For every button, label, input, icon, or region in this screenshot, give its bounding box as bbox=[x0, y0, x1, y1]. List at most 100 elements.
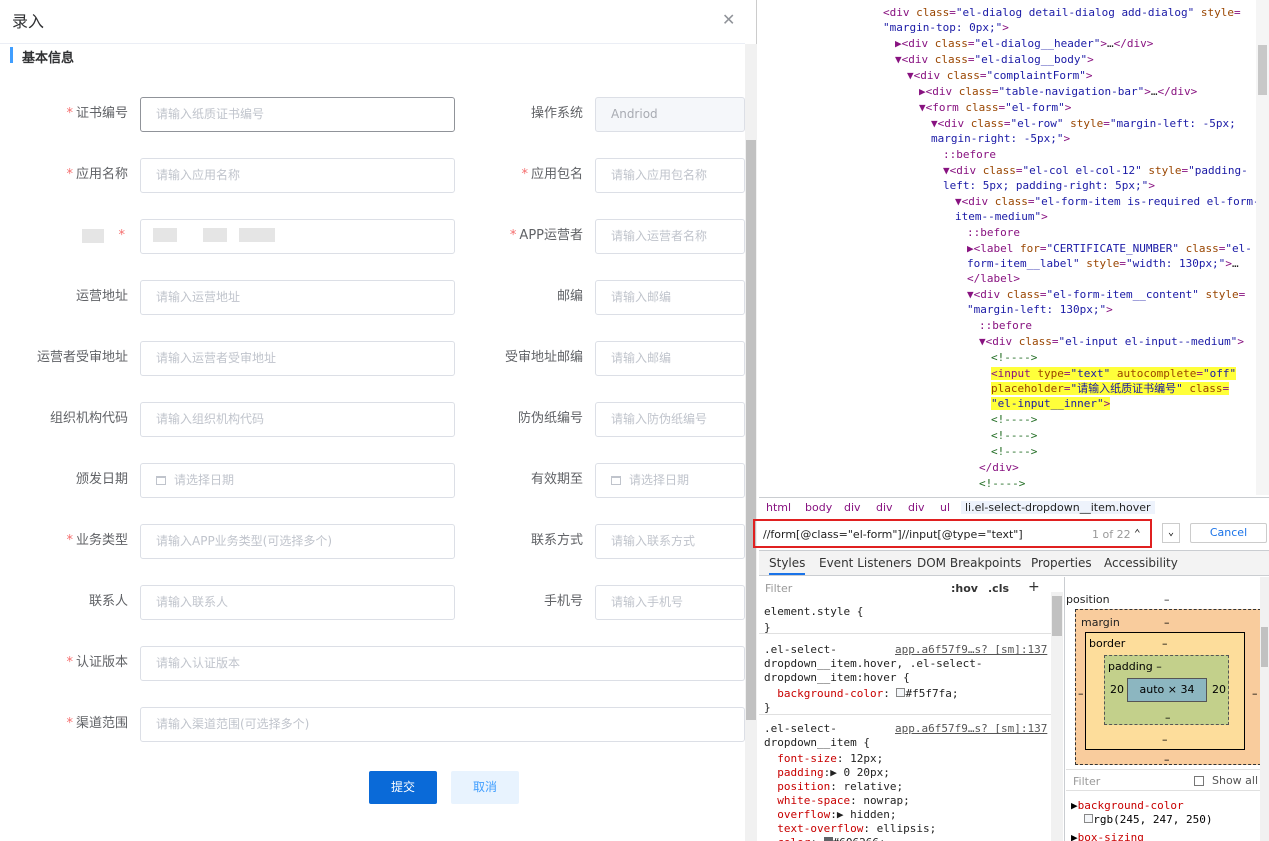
dom-node-line[interactable]: ▼<div class="el-dialog__body"> bbox=[895, 52, 1094, 67]
chevron-up-icon[interactable]: ⌃ bbox=[1134, 527, 1141, 540]
breadcrumb-item[interactable]: html bbox=[766, 501, 791, 514]
computed-property[interactable]: ▶background-color bbox=[1071, 799, 1184, 812]
dom-node-line[interactable]: <!----> bbox=[991, 428, 1037, 443]
text-input[interactable]: 请输入联系人 bbox=[140, 585, 455, 620]
cls-toggle[interactable]: .cls bbox=[988, 582, 1009, 595]
dom-node-line[interactable]: left: 5px; padding-right: 5px;"> bbox=[943, 178, 1155, 193]
scrollbar-thumb[interactable] bbox=[1258, 45, 1267, 95]
computed-filter-input[interactable]: Filter bbox=[1073, 775, 1100, 788]
dom-node-line[interactable]: </label> bbox=[967, 271, 1020, 286]
search-input[interactable]: //form[@class="el-form"]//input[@type="t… bbox=[753, 519, 1152, 548]
tab-styles[interactable]: Styles bbox=[769, 556, 806, 575]
field-label: 运营地址 bbox=[0, 280, 128, 314]
text-input[interactable]: 请输入应用包名称 bbox=[595, 158, 745, 193]
dom-node-line[interactable]: margin-right: -5px;"> bbox=[931, 131, 1070, 146]
computed-property[interactable]: ▶box-sizing bbox=[1071, 831, 1144, 841]
text-input[interactable] bbox=[140, 219, 455, 254]
dom-node-line[interactable]: item--medium"> bbox=[955, 209, 1048, 224]
input-placeholder: 请输入联系方式 bbox=[611, 534, 696, 548]
style-rule-line: .el-select-app.a6f57f9…s? [sm]:137 bbox=[764, 643, 1048, 656]
hov-toggle[interactable]: :hov bbox=[951, 582, 978, 595]
dom-node-line[interactable]: <!----> bbox=[991, 412, 1037, 427]
rule-divider bbox=[759, 714, 1051, 715]
dom-node-line[interactable]: <!----> bbox=[979, 476, 1025, 491]
text-input[interactable]: 请输入运营者名称 bbox=[595, 219, 745, 254]
text-input[interactable]: 请输入应用名称 bbox=[140, 158, 455, 193]
dom-node-line[interactable]: ▼<div class="el-input el-input--medium"> bbox=[979, 334, 1244, 349]
tab-dom-breakpoints[interactable]: DOM Breakpoints bbox=[917, 556, 1021, 570]
dom-node-line[interactable]: <!----> bbox=[991, 444, 1037, 459]
text-input[interactable]: 请输入渠道范围(可选择多个) bbox=[140, 707, 745, 742]
field-label: * 业务类型 bbox=[0, 524, 128, 558]
dom-node-line[interactable]: ▼<div class="el-row" style="margin-left:… bbox=[931, 116, 1236, 131]
dom-node-line[interactable]: ▼<div class="el-form-item__content" styl… bbox=[967, 287, 1245, 302]
breadcrumb-item[interactable]: div bbox=[876, 501, 893, 514]
dom-node-line[interactable]: ▼<div class="el-form-item is-required el… bbox=[955, 194, 1260, 209]
dom-node-line[interactable]: form-item__label" style="width: 130px;">… bbox=[967, 256, 1239, 271]
breadcrumb-item-active[interactable]: li.el-select-dropdown__item.hover bbox=[961, 501, 1155, 514]
field-label-text: 业务类型 bbox=[75, 533, 128, 548]
dom-node-line[interactable]: placeholder="请输入纸质证书编号" class= bbox=[991, 381, 1230, 396]
field-label-text: 组织机构代码 bbox=[49, 411, 128, 426]
required-asterisk: * bbox=[66, 106, 73, 121]
scrollbar-thumb[interactable] bbox=[746, 140, 756, 720]
dom-node-line[interactable]: ▼<form class="el-form"> bbox=[919, 100, 1071, 115]
search-cancel-button[interactable]: Cancel bbox=[1190, 523, 1267, 543]
text-input[interactable]: 请输入运营地址 bbox=[140, 280, 455, 315]
scrollbar-thumb[interactable] bbox=[1052, 596, 1062, 636]
dom-node-line[interactable]: "margin-left: 130px;"> bbox=[967, 302, 1113, 317]
dom-node-line[interactable]: ::before bbox=[967, 225, 1020, 240]
breadcrumb-item[interactable]: body bbox=[805, 501, 832, 514]
text-input[interactable]: 请输入运营者受审地址 bbox=[140, 341, 455, 376]
field-label-text: 有效期至 bbox=[530, 472, 583, 487]
breadcrumb-item[interactable]: div bbox=[844, 501, 861, 514]
dom-node-line[interactable]: "margin-top: 0px;"> bbox=[883, 20, 1009, 35]
dom-tree-scrollbar[interactable] bbox=[1256, 0, 1269, 495]
dom-node-line[interactable]: ▶<label for="CERTIFICATE_NUMBER" class="… bbox=[967, 241, 1252, 256]
dom-node-line[interactable]: ::before bbox=[943, 147, 996, 162]
tab-accessibility[interactable]: Accessibility bbox=[1104, 556, 1178, 570]
breadcrumb-item[interactable]: div bbox=[908, 501, 925, 514]
scrollbar-thumb[interactable] bbox=[1261, 627, 1268, 667]
chevron-down-icon[interactable]: ⌄ bbox=[1162, 523, 1180, 543]
styles-filter-input[interactable]: Filter bbox=[765, 582, 792, 595]
text-input[interactable]: 请输入APP业务类型(可选择多个) bbox=[140, 524, 455, 559]
box-model-margin: margin – – – – border – – padding – 20 2… bbox=[1075, 609, 1261, 766]
text-input[interactable]: 请输入邮编 bbox=[595, 341, 745, 376]
text-input[interactable]: 请输入联系方式 bbox=[595, 524, 745, 559]
text-input[interactable]: Andriod bbox=[595, 97, 745, 132]
tab-event-listeners[interactable]: Event Listeners bbox=[819, 556, 912, 570]
text-input[interactable]: 请输入防伪纸编号 bbox=[595, 402, 745, 437]
dom-node-line[interactable]: </div> bbox=[979, 460, 1019, 475]
dom-node-line[interactable]: <input type="text" autocomplete="off" bbox=[991, 366, 1237, 381]
cancel-button[interactable]: 取消 bbox=[451, 771, 519, 804]
tab-properties[interactable]: Properties bbox=[1031, 556, 1092, 570]
text-input[interactable]: 请输入组织机构代码 bbox=[140, 402, 455, 437]
field-label-text: 邮编 bbox=[556, 289, 583, 304]
text-input[interactable]: 请输入手机号 bbox=[595, 585, 745, 620]
padding-left-value: 20 bbox=[1110, 683, 1124, 696]
computed-scrollbar[interactable] bbox=[1260, 577, 1269, 841]
breadcrumb-item[interactable]: ul bbox=[940, 501, 950, 514]
dialog-scrollbar[interactable] bbox=[745, 44, 757, 841]
dom-node-line[interactable]: ::before bbox=[979, 318, 1032, 333]
text-input[interactable]: 请输入认证版本 bbox=[140, 646, 745, 681]
dom-node-line[interactable]: ▼<div class="complaintForm"> bbox=[907, 68, 1092, 83]
dom-node-line[interactable]: <!----> bbox=[991, 350, 1037, 365]
text-input[interactable]: 请输入纸质证书编号 bbox=[140, 97, 455, 132]
dom-node-line[interactable]: ▶<div class="table-navigation-bar">…</di… bbox=[919, 84, 1197, 99]
style-rule-line: white-space: nowrap; bbox=[777, 794, 910, 807]
computed-property[interactable]: rgb(245, 247, 250) bbox=[1071, 813, 1212, 826]
dom-node-line[interactable]: ▶<div class="el-dialog__header">…</div> bbox=[895, 36, 1153, 51]
show-all-checkbox[interactable] bbox=[1194, 776, 1204, 786]
dom-node-line[interactable]: ▼<div class="el-col el-col-12" style="pa… bbox=[943, 163, 1248, 178]
date-picker[interactable]: 请选择日期 bbox=[140, 463, 455, 498]
text-input[interactable]: 请输入邮编 bbox=[595, 280, 745, 315]
dom-node-line[interactable]: "el-input__inner"> bbox=[991, 396, 1111, 411]
date-picker[interactable]: 请选择日期 bbox=[595, 463, 745, 498]
submit-button[interactable]: 提交 bbox=[369, 771, 437, 804]
styles-scrollbar[interactable] bbox=[1051, 592, 1063, 841]
close-icon[interactable]: ✕ bbox=[722, 10, 735, 29]
add-rule-icon[interactable]: + bbox=[1028, 579, 1040, 595]
dom-node-line[interactable]: <div class="el-dialog detail-dialog add-… bbox=[883, 5, 1241, 20]
